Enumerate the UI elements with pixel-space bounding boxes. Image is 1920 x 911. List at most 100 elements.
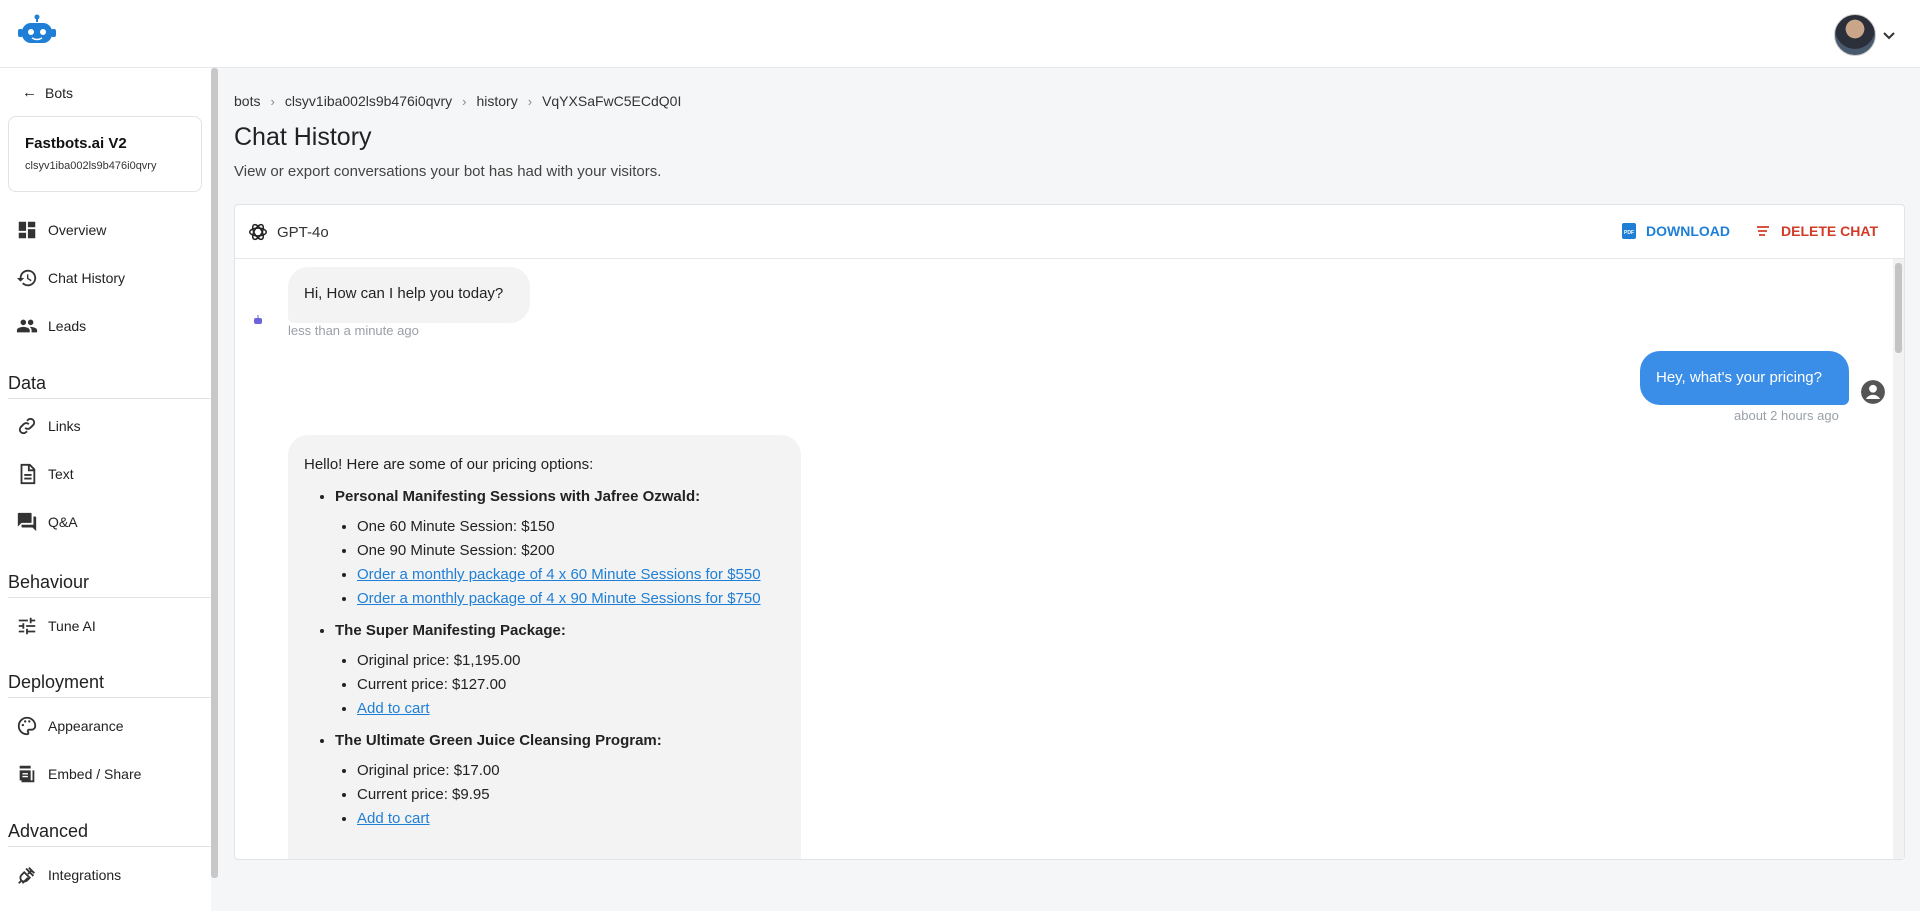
sidebar-item-qa[interactable]: Q&A [16, 510, 78, 534]
sidebar-item-links[interactable]: Links [16, 414, 81, 438]
sidebar-item-tune-ai[interactable]: Tune AI [16, 614, 96, 638]
download-label: DOWNLOAD [1646, 223, 1730, 239]
bot-name: Fastbots.ai V2 [25, 135, 127, 152]
back-to-bots-link[interactable]: ← Bots [22, 84, 73, 101]
sidebar-item-label: Tune AI [48, 618, 96, 634]
dashboard-icon [18, 221, 36, 239]
chat-header: GPT-4o PDF DOWNLOAD DELETE CHAT [235, 205, 1904, 259]
sidebar-item-label: Chat History [48, 270, 126, 286]
message-timestamp: less than a minute ago [288, 323, 419, 338]
model-indicator: GPT-4o [247, 221, 329, 243]
list-item: Current price: $9.95 [357, 783, 785, 807]
pricing-content: Hello! Here are some of our pricing opti… [288, 435, 801, 831]
account-menu[interactable] [1834, 14, 1896, 56]
sidebar-item-appearance[interactable]: Appearance [16, 714, 124, 738]
breadcrumb-item-history[interactable]: history [476, 93, 517, 109]
document-icon [20, 463, 36, 485]
sidebar-item-integrations[interactable]: Integrations [16, 863, 121, 887]
add-to-cart-link[interactable]: Add to cart [357, 810, 430, 827]
list-item: One 90 Minute Session: $200 [357, 539, 785, 563]
pdf-icon: PDF [1622, 223, 1636, 239]
sidebar-item-text[interactable]: Text [16, 462, 74, 486]
section-divider [8, 398, 211, 399]
back-label: Bots [45, 84, 74, 101]
sidebar-item-label: Links [48, 418, 81, 434]
user-avatar-icon [1861, 380, 1885, 404]
pricing-group: The Ultimate Green Juice Cleansing Progr… [335, 729, 785, 831]
add-to-cart-link[interactable]: Add to cart [357, 700, 430, 717]
sidebar-item-label: Integrations [48, 867, 122, 883]
chat-panel: GPT-4o PDF DOWNLOAD DELETE CHAT Hi, How … [234, 204, 1905, 860]
user-message: Hey, what's your pricing? [1640, 351, 1849, 405]
section-title-advanced: Advanced [8, 821, 89, 841]
pricing-group: Personal Manifesting Sessions with Jafre… [335, 485, 785, 611]
pricing-group-title: Personal Manifesting Sessions with Jafre… [335, 488, 701, 505]
history-icon [16, 269, 37, 287]
list-item: Current price: $127.00 [357, 673, 785, 697]
chevron-right-icon: › [270, 93, 275, 109]
sidebar-item-embed-share[interactable]: Embed / Share [16, 762, 141, 786]
pricing-group: The Super Manifesting Package: Original … [335, 619, 785, 721]
bot-id: clsyv1iba002ls9b476i0qvry [25, 160, 157, 172]
model-name: GPT-4o [277, 223, 329, 241]
link-icon [18, 417, 36, 435]
breadcrumb-item-chat-id: VqYXSaFwC5ECdQ0I [542, 93, 682, 109]
sidebar-item-overview[interactable]: Overview [16, 218, 106, 242]
user-avatar[interactable] [1834, 14, 1876, 56]
embed-icon [19, 765, 35, 783]
chat-scrollbar-thumb[interactable] [1895, 263, 1902, 353]
section-divider [8, 846, 211, 847]
sidebar: ← Bots Fastbots.ai V2 clsyv1iba002ls9b47… [0, 68, 211, 911]
sidebar-item-label: Text [48, 466, 74, 482]
sidebar-item-leads[interactable]: Leads [16, 314, 86, 338]
sidebar-item-label: Embed / Share [48, 766, 142, 782]
sidebar-item-label: Q&A [48, 514, 78, 530]
bot-card: Fastbots.ai V2 clsyv1iba002ls9b476i0qvry [8, 116, 202, 192]
section-divider [8, 597, 211, 598]
top-bar [0, 0, 1920, 68]
package-4x60-link[interactable]: Order a monthly package of 4 x 60 Minute… [357, 566, 761, 583]
section-divider [8, 697, 211, 698]
bot-message-greeting: Hi, How can I help you today? [288, 267, 530, 323]
bot-avatar-icon [254, 315, 262, 324]
sidebar-item-chat-history[interactable]: Chat History [16, 266, 125, 290]
section-title-deployment: Deployment [8, 672, 105, 692]
chevron-down-icon[interactable] [1882, 28, 1896, 42]
people-icon [16, 319, 38, 333]
breadcrumb-item-bot-id[interactable]: clsyv1iba002ls9b476i0qvry [285, 93, 452, 109]
sidebar-item-label: Leads [48, 318, 87, 334]
sidebar-item-label: Overview [48, 222, 107, 238]
plug-icon [18, 867, 35, 884]
delete-chat-button[interactable]: DELETE CHAT [1755, 223, 1878, 239]
svg-text:PDF: PDF [1624, 230, 1634, 236]
list-item: One 60 Minute Session: $150 [357, 515, 785, 539]
forum-icon [17, 512, 37, 532]
sidebar-item-label: Appearance [48, 718, 124, 734]
chevron-right-icon: › [462, 93, 467, 109]
package-4x90-link[interactable]: Order a monthly package of 4 x 90 Minute… [357, 590, 761, 607]
clear-icon [1757, 226, 1770, 236]
list-item: Order a monthly package of 4 x 90 Minute… [357, 587, 785, 611]
message-text: Hello! Here are some of our pricing opti… [304, 456, 594, 473]
palette-icon [17, 716, 37, 736]
pricing-group-title: The Super Manifesting Package: [335, 622, 566, 639]
message-text: Hi, How can I help you today? [304, 285, 504, 302]
robot-logo-icon[interactable] [18, 14, 56, 48]
list-item: Add to cart [357, 807, 785, 831]
openai-icon [249, 223, 267, 241]
pricing-list: Personal Manifesting Sessions with Jafre… [304, 485, 785, 831]
message-timestamp: about 2 hours ago [1734, 408, 1839, 423]
breadcrumb: bots › clsyv1iba002ls9b476i0qvry › histo… [234, 93, 681, 109]
breadcrumb-item-bots[interactable]: bots [234, 93, 260, 109]
download-button[interactable]: PDF DOWNLOAD [1622, 223, 1730, 239]
list-item: Order a monthly package of 4 x 60 Minute… [357, 563, 785, 587]
chevron-right-icon: › [527, 93, 533, 109]
list-item: Original price: $1,195.00 [357, 649, 785, 673]
bot-message-pricing: Hello! Here are some of our pricing opti… [288, 435, 801, 859]
tune-icon [18, 617, 36, 635]
pricing-group-title: The Ultimate Green Juice Cleansing Progr… [335, 732, 662, 749]
sidebar-scrollbar[interactable] [211, 68, 218, 878]
page-subtitle: View or export conversations your bot ha… [234, 163, 662, 180]
arrow-left-icon: ← [22, 84, 37, 101]
delete-label: DELETE CHAT [1781, 223, 1878, 239]
